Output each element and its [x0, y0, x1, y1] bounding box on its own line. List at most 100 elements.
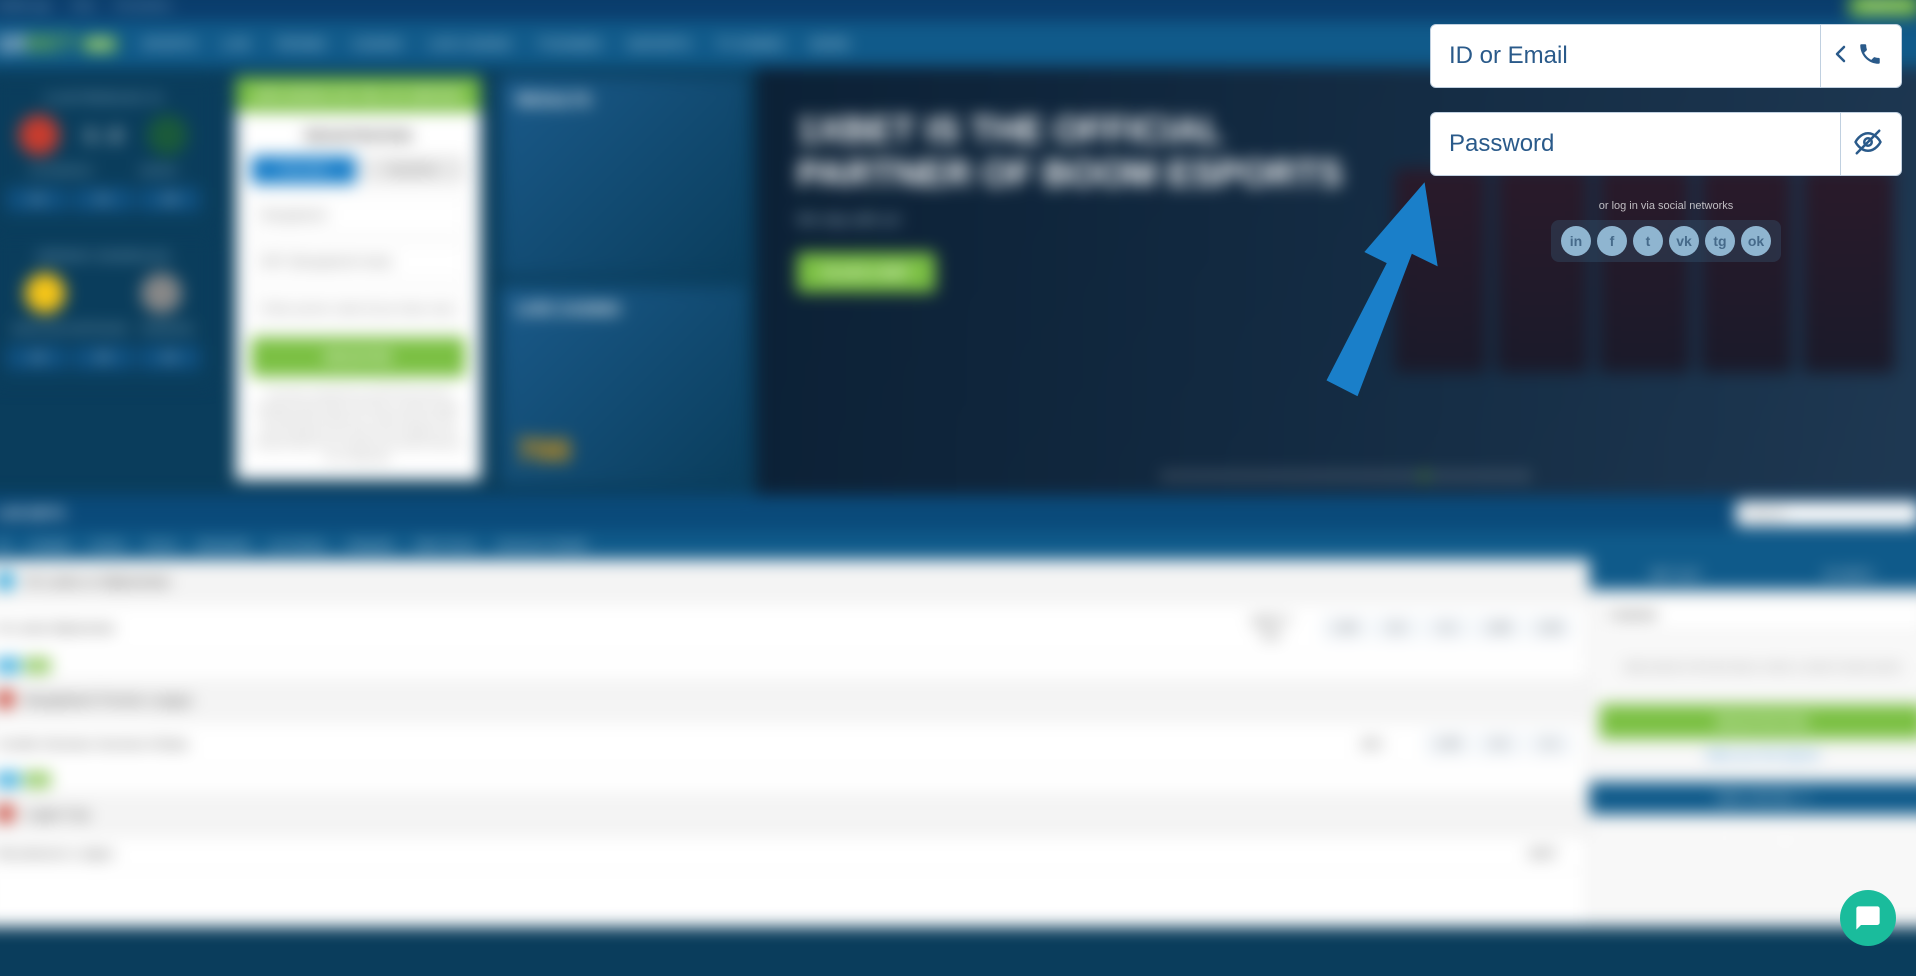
nav-item-more: MORE [810, 36, 850, 51]
filter-item: Ice Hockey [270, 539, 326, 551]
team-name: GENOA [140, 166, 177, 177]
event-group-name: Sri Lanka vs Afghanistan [25, 573, 171, 588]
filter-item: Basketball [197, 539, 249, 551]
match-teams: Mountaineers Lodges [0, 846, 1491, 860]
promo-tile-livecasino: LIVE CASINO 700 [501, 286, 746, 485]
registration-tabs: One-click By phone [251, 156, 465, 185]
nav-item-esports: ESPORTS [627, 36, 690, 51]
dot [1477, 472, 1485, 480]
hero-cta-button: PLACE A BET [797, 253, 935, 293]
nav-item-promo: PROMO [276, 36, 326, 51]
match-score: 156 - [1343, 737, 1404, 751]
register-button: REGISTER [251, 337, 465, 377]
filter-item: American Football [496, 539, 586, 551]
dot [1263, 472, 1271, 480]
match-teams-row [6, 273, 200, 314]
dot [1277, 472, 1285, 480]
social-login-icon[interactable]: vk [1669, 226, 1699, 256]
social-login-icon[interactable]: tg [1705, 226, 1735, 256]
nav-item-casino: CASINO [352, 36, 403, 51]
top-bar-item: FAQ [71, 0, 93, 12]
dot [1292, 472, 1300, 480]
chat-support-button[interactable] [1840, 890, 1896, 946]
betslip-footer: Open a bet slip - 0 [1589, 782, 1916, 815]
dot [1206, 472, 1214, 480]
logo-suffix: BET [26, 30, 75, 59]
facebook-icon: f [1722, 830, 1746, 854]
tag-1x: 1X [0, 773, 20, 787]
nav-item-live: LIVE [222, 36, 251, 51]
event-match-row: Sri Lanka Afghanistan 182/3 7 ovs 1.45 3… [0, 603, 1588, 653]
event-group-name: Logan Cup [25, 806, 90, 821]
odd-button: 2.8 [139, 187, 200, 211]
odd-button: 2.4 [6, 187, 67, 211]
login-id-icons [1833, 41, 1883, 72]
dot [1406, 472, 1414, 480]
social-login-icon[interactable]: t [1633, 226, 1663, 256]
dot [1449, 472, 1457, 480]
dot [1349, 472, 1357, 480]
dot [1320, 472, 1328, 480]
betslip-type-selector: Customer [1600, 600, 1916, 631]
odd-cell: 1.85 [1475, 616, 1521, 640]
dot [1392, 472, 1400, 480]
carousel-dots [1163, 472, 1528, 480]
sport-icon [0, 804, 15, 822]
signup-top-button: SIGN UP [1849, 0, 1916, 16]
betslip-tab: MY BETS [1762, 560, 1916, 591]
nav-item-tvgames2: TV GAMES [716, 36, 785, 51]
sport-icon [0, 572, 15, 590]
promo-tile-results: RESULTS [501, 77, 746, 276]
live-bets-header: LIVE BETS [0, 495, 1916, 531]
dot [1491, 472, 1499, 480]
events-row: Sri Lanka vs Afghanistan Sri Lanka Afgha… [0, 560, 1916, 927]
sport-icon [0, 690, 15, 708]
login-id-field[interactable] [1430, 24, 1902, 88]
match-teams: Comilla Victorians Sunrisers Dhaka [0, 737, 1323, 751]
login-password-field[interactable] [1430, 112, 1902, 176]
social-login-icon[interactable]: f [1597, 226, 1627, 256]
event-match-row: Mountaineers Lodges 198/7 [0, 836, 1588, 872]
filter-item: Football [29, 539, 69, 551]
odd-button: 4.2 [139, 345, 200, 369]
team-badge [141, 273, 182, 314]
odd-cell: 1.45 [1322, 616, 1368, 640]
betslip-register-button: REGISTRATION [1600, 704, 1916, 739]
nav-item-sports: SPORTS [142, 36, 196, 51]
odd-button: 1.8 [6, 345, 67, 369]
social-login-icon[interactable]: ok [1741, 226, 1771, 256]
login-id-input[interactable] [1449, 42, 1808, 70]
dot [1177, 472, 1185, 480]
top-bar-item: Promotions [114, 0, 171, 12]
chat-icon [1854, 904, 1882, 932]
event-group-name: Bangladesh Premier League [25, 692, 193, 707]
chevron-left-icon[interactable] [1833, 42, 1849, 71]
match-teams: Sri Lanka Afghanistan [0, 621, 1220, 635]
promo-input [251, 290, 465, 327]
matches-sidebar: CLUB FRIENDLIES '23 1 : 2 AS MONACO GENO… [0, 67, 226, 495]
phone-icon[interactable] [1857, 41, 1883, 72]
filter-item: All [0, 539, 9, 551]
event-odds: 1.45 3.2 2.1 [1425, 732, 1573, 756]
betslip-tab: BET SLIP [1589, 560, 1762, 591]
odds-row: 2.4 3.1 2.8 [6, 187, 200, 211]
team-badge [25, 273, 66, 314]
login-password-input[interactable] [1449, 130, 1828, 158]
promo-title: RESULTS [516, 92, 730, 110]
login-dropdown: or log in via social networks in f t vk … [1430, 24, 1902, 262]
filter-item: Volleyball [346, 539, 393, 551]
registration-disclaimer: This site is protected by reCAPTCHA and … [251, 387, 465, 464]
social-login-icon[interactable]: in [1561, 226, 1591, 256]
instagram-icon: ig [1778, 830, 1802, 854]
team-name: FREIBURG [141, 324, 194, 335]
match-score: 198/7 [1512, 846, 1573, 860]
field-divider [1820, 25, 1821, 87]
new-badge: NEW [83, 37, 117, 51]
betslip-panel: BET SLIP MY BETS Customer Add events to … [1588, 560, 1916, 927]
login-password-icons [1853, 127, 1883, 162]
dot [1334, 472, 1342, 480]
registration-form: REGISTRATION One-click By phone REGISTER… [236, 112, 481, 480]
eye-off-icon[interactable] [1853, 127, 1883, 162]
registration-panel: 100% BONUS ON THE 1ST DEPOSIT REGISTRATI… [236, 77, 481, 485]
team-badge [147, 115, 188, 156]
